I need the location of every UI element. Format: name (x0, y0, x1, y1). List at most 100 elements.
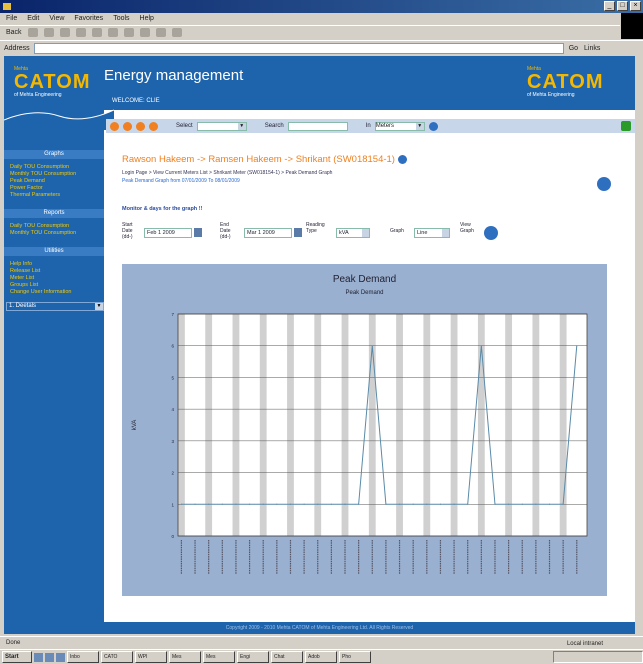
x-band (450, 314, 458, 536)
home-icon[interactable] (75, 28, 86, 37)
sidebar-link[interactable]: Power Factor (10, 185, 104, 192)
taskbar-task[interactable]: Mes (169, 651, 201, 663)
sidebar-link[interactable]: Groups List (10, 282, 104, 289)
search-icon[interactable] (91, 28, 102, 37)
x-band (532, 314, 540, 536)
chart-svg: Peak Demand Peak Demand 0 1 2 3 4 5 6 7 kVA (132, 274, 588, 574)
sidebar-link[interactable]: Monthly TOU Consumption (10, 230, 104, 237)
mail-icon[interactable] (139, 28, 150, 37)
data-point (248, 503, 251, 505)
sidebar-reports-list: Daily TOU Consumption Monthly TOU Consump… (4, 218, 104, 237)
edit-icon[interactable] (171, 28, 182, 37)
start-button[interactable]: Start (2, 651, 32, 663)
taskbar-task[interactable]: Mes (203, 651, 235, 663)
quicklaunch-icon[interactable] (45, 652, 54, 662)
chevron-down-icon[interactable] (362, 229, 369, 237)
data-point (344, 503, 346, 505)
taskbar-task[interactable]: Adob (305, 651, 337, 663)
data-point (412, 503, 414, 505)
chevron-down-icon[interactable]: ▼ (95, 303, 103, 310)
favorites-icon[interactable] (107, 28, 118, 37)
chevron-down-icon[interactable]: ▼ (237, 122, 246, 130)
graph-type-select[interactable]: Line (414, 228, 450, 238)
back-nav-icon[interactable] (110, 121, 119, 131)
sidebar-link[interactable]: Help Info (10, 261, 104, 268)
data-point (303, 503, 305, 505)
sidebar-select[interactable]: 1. Deetals ▼ (6, 302, 104, 311)
quicklaunch-icon[interactable] (34, 652, 43, 662)
y-tick-label: 7 (171, 312, 174, 317)
data-point (262, 503, 264, 505)
end-date-input[interactable]: Mar 1 2009 (244, 228, 292, 238)
sidebar-link[interactable]: Daily TOU Consumption (10, 223, 104, 230)
sidebar-link[interactable]: Peak Demand (10, 178, 104, 185)
quicklaunch-icon[interactable] (56, 652, 65, 662)
chevron-down-icon[interactable] (442, 229, 449, 237)
sidebar-section-utilities: Utilities (4, 247, 104, 256)
x-band (396, 314, 403, 536)
calendar-icon[interactable] (294, 228, 302, 237)
start-date-input[interactable]: Feb 1 2009 (144, 228, 192, 238)
menu-item[interactable]: View (49, 13, 64, 25)
select-dropdown[interactable]: ▼ (196, 121, 247, 131)
forward-icon[interactable] (27, 28, 38, 37)
go-button[interactable]: Go (569, 45, 578, 52)
search-go-button[interactable] (428, 121, 438, 131)
taskbar-task[interactable]: Inbo (67, 651, 99, 663)
sidebar-link[interactable]: Change User Information (10, 289, 104, 296)
stop-icon[interactable] (43, 28, 54, 37)
y-tick-label: 0 (171, 534, 174, 539)
data-point (467, 503, 469, 505)
refresh-graph-button[interactable] (597, 177, 611, 191)
chart-title: Peak Demand (333, 274, 396, 285)
minimize-button[interactable]: _ (604, 1, 615, 11)
taskbar-task[interactable]: CATO (101, 651, 133, 663)
data-point (221, 503, 223, 505)
site-footer: Copyright 2009 - 2010 Mehta CATOM of Meh… (4, 622, 635, 634)
calendar-icon[interactable] (194, 228, 202, 237)
start-date-label: Start Date (dd-) (122, 222, 133, 240)
menu-item[interactable]: File (6, 13, 17, 25)
taskbar-task[interactable]: Engi (237, 651, 269, 663)
taskbar-task[interactable]: Chat (271, 651, 303, 663)
taskbar-task[interactable]: Pho (339, 651, 371, 663)
y-axis-label: kVA (132, 420, 138, 431)
links-button[interactable]: Links (584, 45, 600, 52)
sidebar-link[interactable]: Monthly TOU Consumption (10, 171, 104, 178)
taskbar-task[interactable]: WPI (135, 651, 167, 663)
menu-item[interactable]: Help (140, 13, 154, 25)
view-graph-button[interactable] (484, 226, 498, 240)
maximize-button[interactable]: □ (617, 1, 628, 11)
header-swoosh (4, 109, 114, 130)
data-point (521, 503, 523, 505)
status-text: Done (6, 640, 21, 646)
sidebar-link[interactable]: Thermal Parameters (10, 192, 104, 199)
chevron-down-icon[interactable]: ▼ (415, 122, 424, 130)
history-icon[interactable] (123, 28, 134, 37)
menu-item[interactable]: Edit (27, 13, 39, 25)
address-input[interactable] (33, 42, 564, 54)
back-button[interactable]: Back (6, 29, 22, 36)
refresh-nav-icon[interactable] (136, 121, 145, 131)
data-point (330, 503, 332, 505)
sidebar-link[interactable]: Meter List (10, 275, 104, 282)
data-point (480, 345, 482, 347)
info-icon[interactable] (397, 154, 407, 164)
search-input[interactable] (287, 121, 348, 131)
data-point (439, 503, 442, 505)
y-tick-label: 6 (171, 344, 174, 349)
sidebar-link[interactable]: Release List (10, 268, 104, 275)
logout-icon[interactable] (621, 121, 631, 131)
sidebar-link[interactable]: Daily TOU Consumption (10, 164, 104, 171)
refresh-icon[interactable] (59, 28, 70, 37)
print-nav-icon[interactable] (149, 121, 158, 131)
print-icon[interactable] (155, 28, 166, 37)
system-tray (553, 651, 643, 663)
menu-item[interactable]: Tools (113, 13, 129, 25)
page-breadcrumb-title: Rawson Hakeem -> Ramsen Hakeem -> Shrika… (122, 154, 407, 165)
home-nav-icon[interactable] (123, 121, 132, 131)
close-button[interactable]: × (630, 1, 641, 11)
menu-item[interactable]: Favorites (74, 13, 103, 25)
in-dropdown[interactable]: Meters ▼ (374, 121, 425, 131)
reading-type-select[interactable]: kVA (336, 228, 370, 238)
